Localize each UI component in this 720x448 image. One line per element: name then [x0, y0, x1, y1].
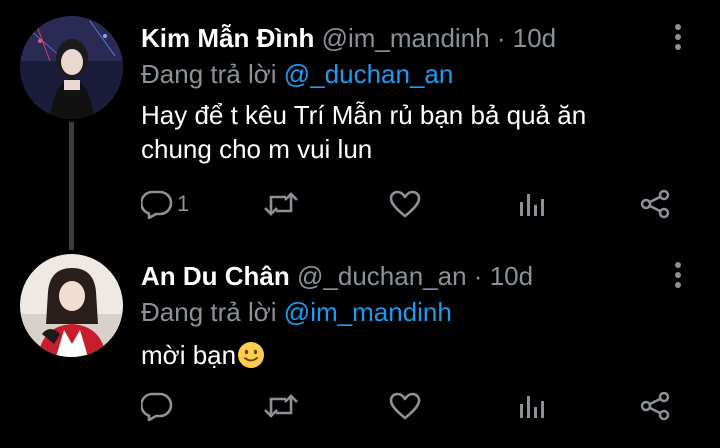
like-button[interactable]: [389, 184, 421, 224]
reply-icon: [141, 392, 173, 421]
retweet-button[interactable]: [262, 386, 300, 426]
analytics-button[interactable]: [517, 184, 547, 224]
slightly-smiling-face-icon: [238, 342, 265, 368]
replying-to-handle[interactable]: @im_mandinh: [284, 297, 452, 327]
tweet-actions: 1: [0, 184, 720, 224]
tweet-text-container: mời bạn: [141, 338, 661, 372]
share-button[interactable]: [639, 386, 671, 426]
analytics-icon: [520, 194, 544, 216]
tweet-header: An Du Chân @_duchan_an · 10d: [141, 260, 533, 292]
replying-to-label: Đang trả lời: [141, 59, 277, 89]
reply-button[interactable]: [141, 386, 177, 426]
retweet-button[interactable]: [262, 184, 300, 224]
avatar[interactable]: [20, 16, 123, 119]
retweet-icon: [264, 192, 298, 216]
avatar[interactable]: [20, 254, 123, 357]
analytics-button[interactable]: [517, 386, 547, 426]
more-icon[interactable]: [671, 262, 685, 290]
more-icon[interactable]: [671, 24, 685, 52]
reply-count: 1: [177, 191, 190, 216]
timestamp[interactable]: 10d: [513, 23, 556, 53]
tweet-header: Kim Mẫn Đình @im_mandinh · 10d: [141, 22, 556, 54]
share-icon: [640, 391, 670, 421]
share-button[interactable]: [639, 184, 671, 224]
separator-dot: ·: [496, 23, 506, 53]
tweet-1[interactable]: Kim Mẫn Đình @im_mandinh · 10d Đang trả …: [0, 0, 720, 250]
display-name[interactable]: Kim Mẫn Đình: [141, 23, 314, 53]
tweet-2[interactable]: An Du Chân @_duchan_an · 10d Đang trả lờ…: [0, 238, 720, 448]
reply-button[interactable]: 1: [141, 184, 189, 224]
tweet-text: mời bạn: [141, 340, 237, 370]
analytics-icon: [520, 396, 544, 418]
reply-icon: [141, 190, 173, 219]
share-icon: [640, 189, 670, 219]
tweet-text: Hay để t kêu Trí Mẫn rủ bạn bả quả ăn ch…: [141, 100, 587, 164]
retweet-icon: [264, 394, 298, 418]
like-icon: [389, 392, 421, 420]
display-name[interactable]: An Du Chân: [141, 261, 290, 291]
replying-to-label: Đang trả lời: [141, 297, 277, 327]
separator-dot: ·: [473, 261, 483, 291]
like-icon: [389, 190, 421, 218]
replying-to: Đang trả lời @im_mandinh: [141, 296, 452, 328]
user-handle[interactable]: @im_mandinh: [322, 23, 490, 53]
timestamp[interactable]: 10d: [490, 261, 533, 291]
user-handle[interactable]: @_duchan_an: [297, 261, 467, 291]
replying-to: Đang trả lời @_duchan_an: [141, 58, 453, 90]
tweet-actions: [0, 386, 720, 426]
like-button[interactable]: [389, 386, 421, 426]
replying-to-handle[interactable]: @_duchan_an: [284, 59, 454, 89]
